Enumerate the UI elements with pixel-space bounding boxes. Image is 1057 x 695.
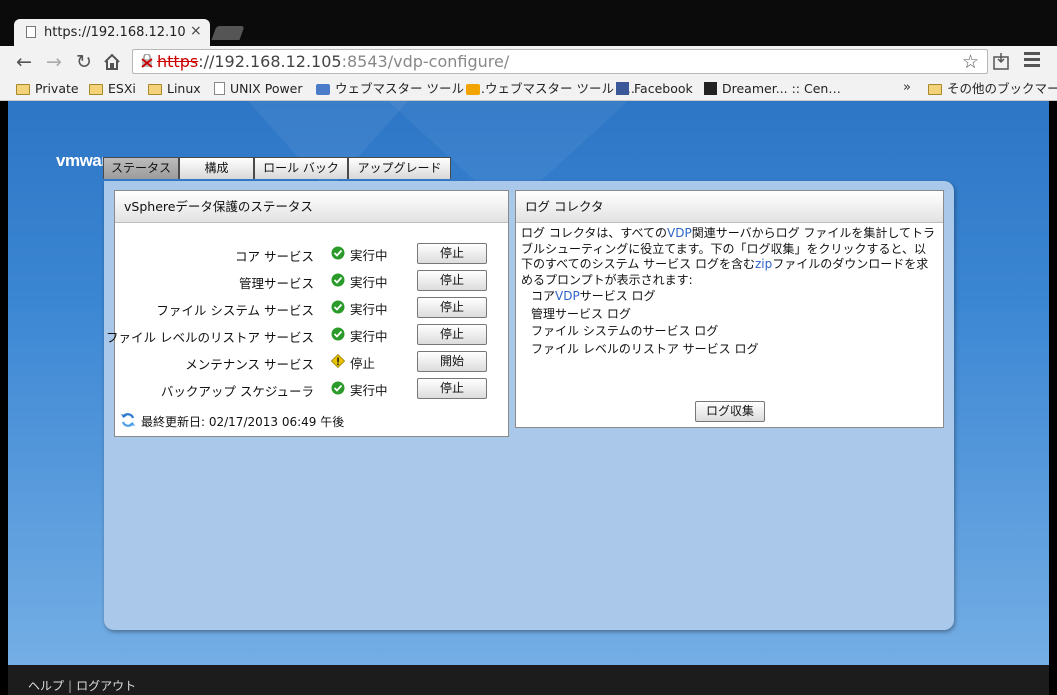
service-name: ファイル システム サービス — [156, 303, 314, 318]
running-check-icon — [331, 300, 345, 314]
log-list-item: コアVDPサービス ログ — [531, 289, 656, 303]
stop-filesystem-service-button[interactable]: 停止 — [417, 297, 487, 318]
tab-upgrade[interactable]: アップグレード — [348, 157, 451, 179]
bookmarks-overflow-icon[interactable]: » — [903, 80, 911, 95]
service-state: 実行中 — [350, 383, 388, 398]
browser-toolbar: ← → ↻ https://192.168.12.105:8543/vdp-co… — [0, 46, 1057, 78]
s-icon — [704, 82, 717, 95]
running-check-icon — [331, 327, 345, 341]
stop-management-service-button[interactable]: 停止 — [417, 270, 487, 291]
tab-close-icon[interactable]: × — [190, 23, 202, 39]
service-row: ファイル レベルのリストア サービス 実行中 停止 — [106, 323, 508, 347]
bookmark-linux[interactable]: Linux — [148, 81, 201, 97]
log-collector-panel: ログ コレクタ ログ コレクタは、すべてのVDP関連サーバからログ ファイルを集… — [515, 190, 944, 428]
folder-icon — [16, 84, 30, 95]
bookmark-star-icon[interactable]: ☆ — [962, 51, 979, 73]
running-check-icon — [331, 246, 345, 260]
bookmark-webmaster-1[interactable]: ウェブマスター ツール -… — [316, 81, 485, 97]
url-text: https://192.168.12.105:8543/vdp-configur… — [157, 52, 510, 71]
service-state: 停止 — [350, 356, 376, 371]
address-bar[interactable]: https://192.168.12.105:8543/vdp-configur… — [132, 49, 988, 74]
browser-titlebar: https://192.168.12.105: × — [0, 0, 1057, 46]
new-tab-button[interactable] — [211, 26, 245, 40]
page-background: vmware ステータス 構成 ロール バック アップグレード vSphereデ… — [8, 101, 1049, 665]
status-panel: vSphereデータ保護のステータス コア サービス 実行中 停止 管理サービス… — [106, 190, 509, 437]
chrome-menu-icon[interactable] — [1024, 52, 1040, 68]
service-name: バックアップ スケジューラ — [160, 384, 314, 399]
log-list: コアVDPサービス ログ 管理サービス ログ ファイル システムのサービス ログ… — [531, 288, 758, 358]
home-icon[interactable] — [100, 50, 124, 74]
collect-logs-button[interactable]: ログ収集 — [695, 401, 765, 422]
bookmarks-bar: Private ESXi Linux UNIX Power ウェブマスター ツー… — [0, 78, 1057, 101]
page-footer: ヘルプ | ログアウト — [8, 665, 1049, 695]
service-state: 実行中 — [350, 329, 388, 344]
last-updated-text: 最終更新日: 02/17/2013 06:49 午後 — [141, 415, 345, 429]
service-row: ファイル システム サービス 実行中 停止 — [115, 296, 508, 320]
content-area: vSphereデータ保護のステータス コア サービス 実行中 停止 管理サービス… — [104, 181, 954, 630]
footer-links: ヘルプ | ログアウト — [28, 677, 136, 694]
log-list-item: ファイル レベルのリストア サービス ログ — [531, 341, 759, 356]
footer-separator: | — [68, 679, 73, 693]
page-icon — [26, 26, 36, 38]
status-panel-title: vSphereデータ保護のステータス — [115, 191, 508, 223]
log-list-item: 管理サービス ログ — [531, 306, 631, 321]
forward-icon[interactable]: → — [42, 50, 66, 74]
running-check-icon — [331, 381, 345, 395]
stop-core-service-button[interactable]: 停止 — [417, 243, 487, 264]
bing-icon — [466, 84, 480, 95]
stop-file-level-restore-button[interactable]: 停止 — [417, 324, 487, 345]
service-name: メンテナンス サービス — [185, 357, 314, 372]
service-name: 管理サービス — [238, 276, 314, 291]
tab-status[interactable]: ステータス — [103, 157, 179, 179]
browser-tab[interactable]: https://192.168.12.105: × — [14, 19, 210, 46]
running-check-icon — [331, 273, 345, 287]
webmaster-icon — [316, 84, 330, 95]
bookmark-private[interactable]: Private — [16, 81, 79, 97]
service-state: 実行中 — [350, 248, 388, 263]
log-collector-description: ログ コレクタは、すべてのVDP関連サーバからログ ファイルを集計してトラ ブルシ… — [521, 226, 936, 287]
bookmark-webmaster-2[interactable]: ウェブマスター ツール -… — [466, 81, 635, 97]
logout-link[interactable]: ログアウト — [76, 679, 136, 693]
log-list-item: ファイル システムのサービス ログ — [531, 324, 719, 338]
service-name: ファイル レベルのリストア サービス — [106, 330, 314, 345]
tab-rollback[interactable]: ロール バック — [254, 157, 348, 179]
folder-icon — [89, 84, 103, 95]
bookmark-unix-power[interactable]: UNIX Power — [214, 81, 303, 97]
stop-backup-scheduler-button[interactable]: 停止 — [417, 378, 487, 399]
reload-icon[interactable]: ↻ — [72, 50, 96, 74]
facebook-icon — [616, 82, 629, 95]
folder-icon — [928, 84, 942, 95]
bookmark-other[interactable]: その他のブックマーク — [928, 81, 1057, 97]
help-link[interactable]: ヘルプ — [28, 679, 64, 693]
tab-configuration[interactable]: 構成 — [179, 157, 254, 179]
folder-icon — [148, 84, 162, 95]
log-collector-title: ログ コレクタ — [516, 191, 943, 223]
warning-icon — [331, 354, 345, 368]
service-row: メンテナンス サービス 停止 開始 — [115, 350, 508, 374]
bookmark-esxi[interactable]: ESXi — [89, 81, 136, 97]
service-state: 実行中 — [350, 302, 388, 317]
page-icon — [214, 82, 225, 95]
start-maintenance-service-button[interactable]: 開始 — [417, 351, 487, 372]
service-row: 管理サービス 実行中 停止 — [115, 269, 508, 293]
insecure-lock-icon — [141, 54, 153, 68]
bookmark-dreamer[interactable]: Dreamer... :: Cen… — [704, 81, 841, 97]
bookmark-facebook[interactable]: Facebook — [616, 81, 693, 97]
extension-icon[interactable] — [990, 51, 1012, 73]
back-icon[interactable]: ← — [12, 50, 36, 74]
service-state: 実行中 — [350, 275, 388, 290]
service-name: コア サービス — [235, 249, 314, 264]
refresh-icon[interactable] — [120, 412, 136, 428]
tab-title: https://192.168.12.105: — [44, 25, 186, 40]
service-row: バックアップ スケジューラ 実行中 停止 — [115, 377, 508, 401]
service-row: コア サービス 実行中 停止 — [115, 242, 508, 266]
